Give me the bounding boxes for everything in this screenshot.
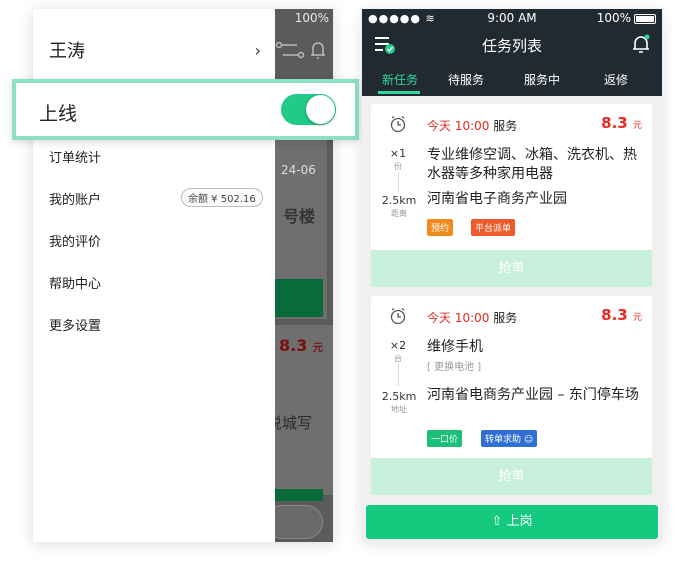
tab-pending-service[interactable]: 待服务	[448, 71, 484, 88]
tab-new-tasks[interactable]: 新任务	[382, 71, 418, 88]
task-list-screen: ●●●●● ≋ 9:00 AM 100% 任务列表 新任务 待服务 服务中 返修…	[362, 9, 662, 542]
background-price: 8.3 元	[279, 336, 323, 355]
menu-item-my-reviews[interactable]: 我的评价	[49, 231, 101, 250]
tag-transfer-help: 转单求助 ☺	[481, 430, 538, 447]
bell-icon[interactable]	[632, 34, 650, 54]
balance-badge: 余额 ¥ 502.16	[181, 188, 263, 207]
task-address: 河南省电子商务产业园	[427, 191, 567, 207]
menu-item-more-settings[interactable]: 更多设置	[49, 315, 101, 334]
menu-item-my-account[interactable]: 我的账户	[49, 189, 101, 208]
task-price-value: 8.3	[601, 306, 628, 324]
task-distance-unit: 地址	[391, 405, 407, 414]
online-label: 上线	[39, 103, 78, 125]
helper-emoji-icon: ☺	[523, 435, 534, 445]
online-toggle[interactable]	[281, 94, 336, 125]
go-on-duty-label: 上岗	[506, 514, 533, 529]
background-date: 24-06	[281, 163, 316, 177]
background-price-value: 8.3	[279, 336, 308, 355]
menu-item-help-center[interactable]: 帮助中心	[49, 273, 101, 292]
task-distance-unit: 距离	[391, 209, 407, 218]
user-name: 王涛	[49, 41, 85, 62]
status-battery-text: 100%	[596, 11, 631, 25]
task-distance: 2.5km	[381, 194, 417, 207]
app-header: ●●●●● ≋ 9:00 AM 100% 任务列表 新任务 待服务 服务中 返修	[362, 9, 662, 96]
background-header-icons	[275, 41, 325, 59]
toggle-knob	[306, 95, 335, 124]
tag-fixed-price: 一口价	[427, 430, 463, 447]
alarm-clock-icon	[390, 307, 406, 325]
upload-arrow-icon: ⇧	[491, 514, 503, 529]
task-distance: 2.5km	[381, 390, 417, 403]
task-quantity: ×2	[389, 339, 407, 352]
task-quantity: ×1	[389, 147, 407, 160]
task-divider-line	[398, 172, 399, 192]
background-price-unit: 元	[312, 343, 323, 354]
tag-platform-dispatch: 平台派单	[471, 219, 516, 236]
tab-in-service[interactable]: 服务中	[524, 71, 560, 88]
status-battery: 100%	[597, 11, 656, 25]
task-time-value: 今天 10:00	[427, 311, 490, 325]
background-floor: 号楼	[283, 207, 316, 226]
online-status-row: 上线	[12, 79, 359, 140]
drawer-user-row[interactable]: 王涛 ›	[49, 37, 269, 67]
task-title: 维修手机	[427, 339, 483, 355]
task-card[interactable]: 今天 10:00 服务 8.3 元 ×1 份 2.5km 距离 专业维修空调、冰…	[371, 104, 652, 287]
background-bell-icon	[311, 42, 325, 59]
grab-order-button[interactable]: 抢单	[371, 250, 652, 287]
active-tab-indicator	[378, 91, 420, 94]
task-quantity-unit: 份	[394, 162, 402, 171]
task-subtitle: [ 更换电池 ]	[427, 362, 482, 373]
task-price-value: 8.3	[601, 114, 628, 132]
task-price: 8.3 元	[601, 306, 642, 324]
task-time: 今天 10:00 服务	[427, 117, 517, 134]
status-battery: 100%	[294, 11, 329, 25]
tag-transfer-help-label: 转单求助	[485, 435, 522, 445]
battery-icon	[634, 13, 656, 24]
background-green-button	[275, 279, 323, 317]
background-green-bar	[275, 489, 323, 501]
task-card[interactable]: 今天 10:00 服务 8.3 元 ×2 台 2.5km 地址 维修手机 [ 更…	[371, 296, 652, 495]
task-time: 今天 10:00 服务	[427, 309, 517, 326]
page-title: 任务列表	[481, 37, 542, 55]
go-on-duty-button[interactable]: ⇧ 上岗	[366, 505, 658, 539]
tab-repair[interactable]: 返修	[604, 71, 628, 88]
task-price-unit: 元	[632, 313, 642, 323]
task-price-unit: 元	[632, 121, 642, 131]
task-price: 8.3 元	[601, 114, 642, 132]
task-time-value: 今天 10:00	[427, 119, 490, 133]
task-title: 专业维修空调、冰箱、洗衣机、热水器等多种家用电器	[427, 147, 637, 182]
chevron-right-icon: ›	[254, 41, 261, 60]
task-service-label: 服务	[493, 119, 518, 133]
task-address: 河南省电商务产业园 – 东门停车场	[427, 387, 639, 403]
background-route-icon	[275, 41, 305, 59]
tag-reservation: 预约	[427, 219, 454, 236]
alarm-clock-icon	[390, 115, 406, 133]
task-service-label: 服务	[493, 311, 518, 325]
task-divider-line	[398, 364, 399, 386]
menu-item-order-stats[interactable]: 订单统计	[49, 147, 101, 166]
task-quantity-unit: 台	[394, 354, 402, 363]
grab-order-button[interactable]: 抢单	[371, 458, 652, 495]
